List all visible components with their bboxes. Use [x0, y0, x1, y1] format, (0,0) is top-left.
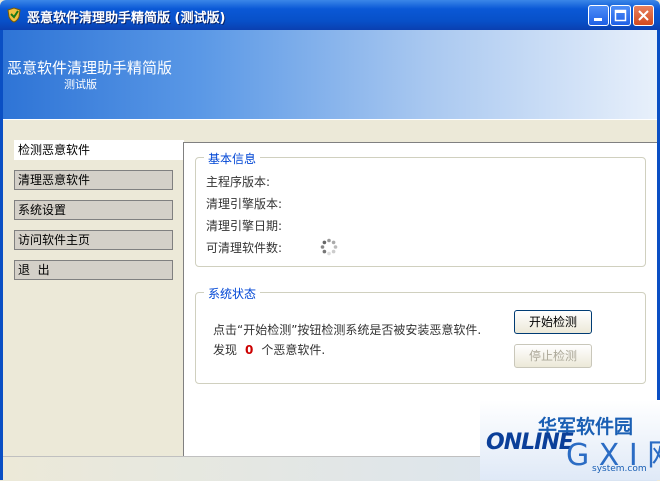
sidebar-item-clean[interactable]: 清理恶意软件: [14, 170, 173, 190]
watermark-site-text: system.com: [592, 464, 647, 474]
main-version-label: 主程序版本:: [206, 175, 271, 189]
start-scan-button[interactable]: 开始检测: [514, 310, 592, 334]
sidebar-item-label: 退 出: [18, 263, 50, 277]
watermark-logo: 华军软件园 ONLINE G X I 网 system.com: [480, 400, 660, 480]
shield-app-icon: [7, 7, 21, 23]
sidebar-item-exit[interactable]: 退 出: [14, 260, 173, 280]
basic-info-title: 基本信息: [204, 150, 261, 167]
sidebar-item-detect[interactable]: 检测恶意软件: [14, 140, 184, 160]
system-status-group: 系统状态 点击“开始检测”按钮检测系统是否被安装恶意软件. 发现 0 个恶意软件. …: [195, 285, 646, 384]
sidebar-item-settings[interactable]: 系统设置: [14, 200, 173, 220]
cleanable-count-label: 可清理软件数:: [206, 241, 283, 255]
header-title: 恶意软件清理助手精简版: [7, 59, 173, 77]
maximize-icon: [614, 9, 627, 22]
close-icon: [638, 10, 649, 21]
close-button[interactable]: [633, 5, 654, 26]
engine-date-label: 清理引擎日期:: [206, 219, 283, 233]
loading-spinner-icon: [320, 238, 338, 256]
system-status-title: 系统状态: [204, 285, 261, 302]
found-count: 0: [245, 343, 254, 357]
title-bar[interactable]: 恶意软件清理助手精简版 (测试版): [0, 0, 660, 30]
minimize-button[interactable]: [588, 5, 609, 26]
header-divider: [3, 119, 657, 124]
found-prefix: 发现: [213, 343, 238, 357]
header-subtitle: 测试版: [64, 78, 97, 91]
sidebar-item-label: 清理恶意软件: [18, 173, 91, 187]
status-instruction: 点击“开始检测”按钮检测系统是否被安装恶意软件.: [213, 323, 482, 337]
header-banner: 恶意软件清理助手精简版 测试版: [3, 30, 657, 119]
sidebar-item-homepage[interactable]: 访问软件主页: [14, 230, 173, 250]
window-title: 恶意软件清理助手精简版 (测试版): [27, 11, 226, 26]
maximize-button[interactable]: [610, 5, 631, 26]
engine-version-label: 清理引擎版本:: [206, 197, 283, 211]
watermark-online-text: ONLINE: [486, 430, 574, 455]
found-summary: 发现 0 个恶意软件.: [213, 341, 325, 358]
minimize-icon: [594, 18, 602, 21]
found-suffix: 个恶意软件.: [261, 343, 326, 357]
sidebar-item-label: 系统设置: [18, 203, 67, 217]
basic-info-group: 基本信息 主程序版本: 清理引擎版本: 清理引擎日期: 可清理软件数:: [195, 150, 646, 267]
stop-scan-button[interactable]: 停止检测: [514, 344, 592, 368]
sidebar-item-label: 访问软件主页: [18, 233, 91, 247]
sidebar-item-label: 检测恶意软件: [18, 143, 91, 157]
